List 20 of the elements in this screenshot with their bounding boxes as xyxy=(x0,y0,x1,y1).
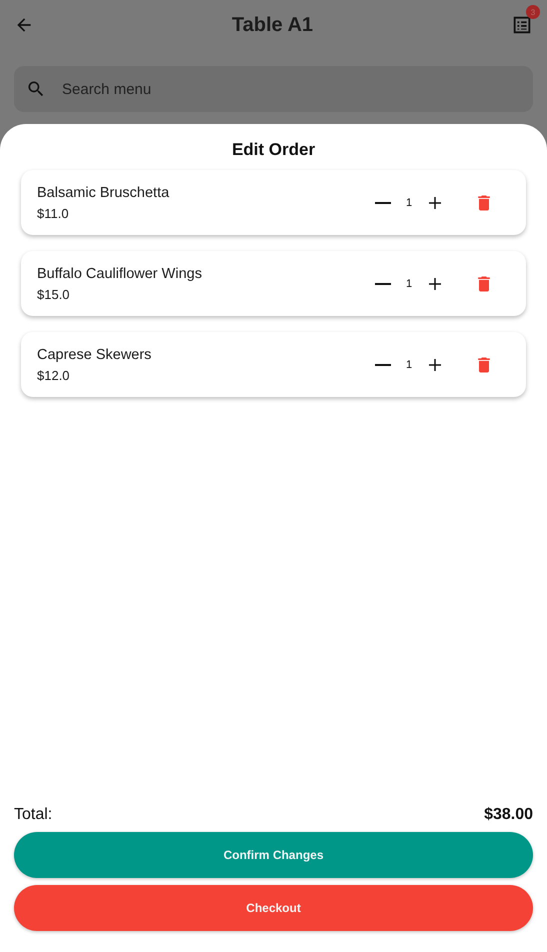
item-price: $15.0 xyxy=(37,286,71,302)
quantity: 1 xyxy=(404,196,414,208)
item-name: Caprese Skewers xyxy=(37,346,152,362)
count-badge: 3 xyxy=(526,5,540,19)
item-price: $12.0 xyxy=(37,368,71,382)
quantity: 1 xyxy=(404,358,414,370)
minus-icon xyxy=(374,282,392,284)
item-name: Buffalo Cauliflower Wings xyxy=(37,266,203,282)
minus-icon xyxy=(374,364,392,366)
item-price: $11.0 xyxy=(37,206,70,220)
checkout-button[interactable]: Checkout xyxy=(14,885,533,931)
minus-icon xyxy=(374,202,392,204)
page-title: Table A1 xyxy=(232,14,314,36)
total-value: $38.00 xyxy=(484,806,533,824)
quantity: 1 xyxy=(404,278,414,290)
search-field[interactable]: Search menu xyxy=(14,66,533,112)
total-label: Total: xyxy=(14,806,52,824)
confirm-button[interactable]: Confirm Changes xyxy=(14,832,533,878)
item-name: Balsamic Bruschetta xyxy=(37,184,170,200)
sheet-title: Edit Order xyxy=(230,140,316,160)
